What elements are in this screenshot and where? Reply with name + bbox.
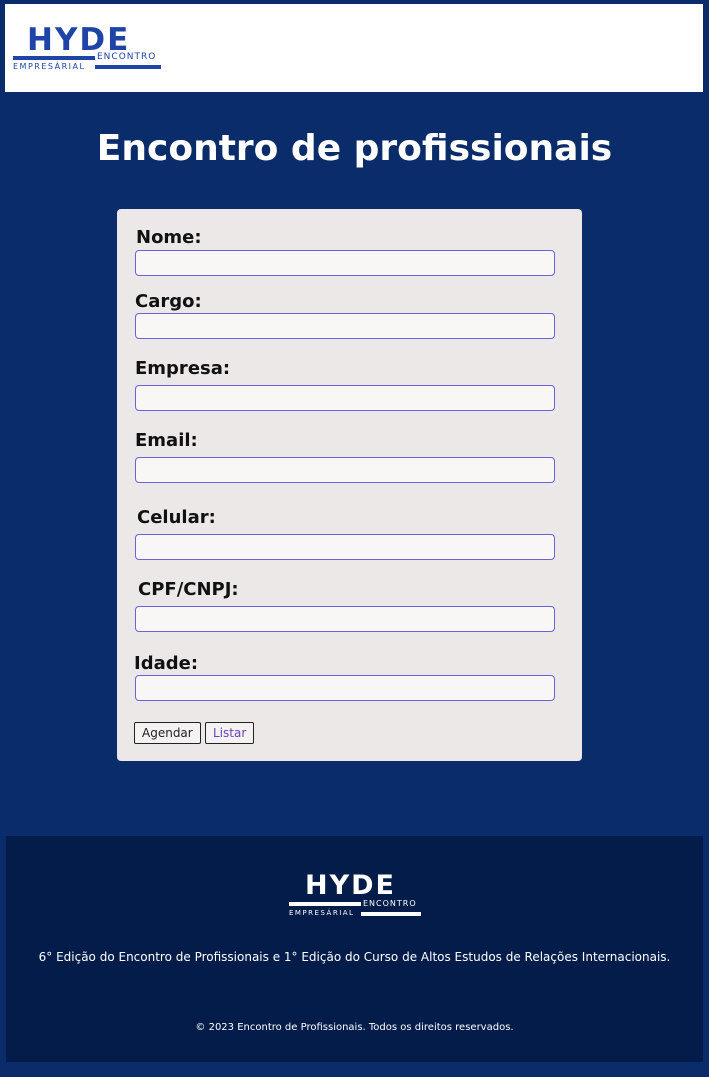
logo-encontro: ENCONTRO bbox=[363, 899, 417, 908]
logo-empresarial: EMPRESÁRIAL bbox=[13, 62, 86, 71]
hyde-logo[interactable]: HYDE ENCONTRO EMPRESÁRIAL bbox=[13, 22, 163, 72]
logo-bar bbox=[13, 56, 95, 60]
cpf-cnpj-label: CPF/CNPJ: bbox=[138, 579, 239, 600]
idade-input[interactable] bbox=[135, 675, 555, 701]
logo-bar bbox=[95, 65, 161, 69]
cargo-input[interactable] bbox=[135, 313, 555, 339]
email-input[interactable] bbox=[135, 457, 555, 483]
footer: HYDE ENCONTRO EMPRESÁRIAL 6° Edição do E… bbox=[6, 836, 703, 1062]
cargo-label: Cargo: bbox=[135, 291, 202, 312]
copyright: © 2023 Encontro de Profissionais. Todos … bbox=[195, 1022, 514, 1033]
logo-encontro: ENCONTRO bbox=[97, 52, 157, 62]
nome-label: Nome: bbox=[136, 227, 202, 248]
header: HYDE ENCONTRO EMPRESÁRIAL bbox=[5, 4, 703, 92]
page-title: Encontro de profissionais bbox=[96, 128, 613, 169]
listar-button[interactable]: Listar bbox=[205, 722, 255, 744]
logo-word: HYDE bbox=[305, 870, 397, 901]
footer-logo: HYDE ENCONTRO EMPRESÁRIAL bbox=[289, 870, 424, 920]
celular-label: Celular: bbox=[137, 507, 216, 528]
idade-label: Idade: bbox=[134, 653, 199, 674]
logo-bar bbox=[289, 902, 361, 906]
cpf-cnpj-input[interactable] bbox=[135, 606, 555, 632]
empresa-label: Empresa: bbox=[135, 358, 231, 379]
logo-empresarial: EMPRESÁRIAL bbox=[289, 909, 355, 917]
nome-input[interactable] bbox=[135, 250, 555, 276]
empresa-input[interactable] bbox=[135, 385, 555, 411]
registration-form: Nome: Cargo: Empresa: Email: Celular: CP… bbox=[117, 209, 582, 761]
logo-bar bbox=[361, 912, 421, 916]
footer-description: 6° Edição do Encontro de Profissionais e… bbox=[38, 950, 671, 964]
celular-input[interactable] bbox=[135, 534, 555, 560]
email-label: Email: bbox=[135, 430, 198, 451]
agendar-button[interactable]: Agendar bbox=[134, 722, 201, 744]
